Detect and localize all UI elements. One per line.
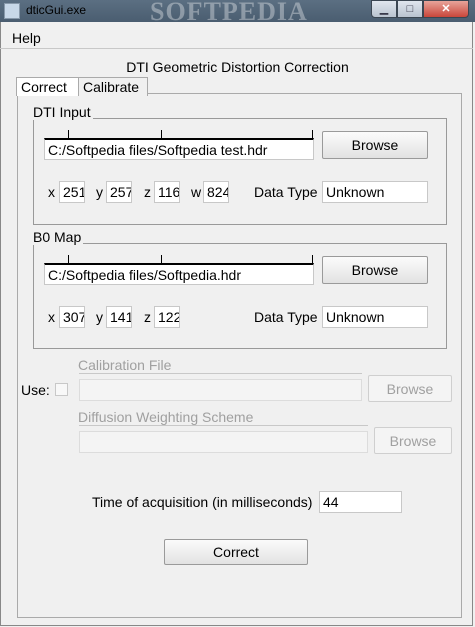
diffusion-browse-button[interactable]: Browse bbox=[374, 427, 452, 454]
dti-browse-button[interactable]: Browse bbox=[322, 131, 428, 159]
calibration-file-label: Calibration File bbox=[78, 357, 172, 373]
dti-x-label: x bbox=[48, 184, 55, 200]
acquisition-time-label: Time of acquisition (in milliseconds) bbox=[92, 494, 313, 510]
b0-data-type-field[interactable]: Unknown bbox=[322, 306, 428, 328]
tab-correct[interactable]: Correct bbox=[16, 77, 84, 96]
dti-y-label: y bbox=[96, 184, 103, 200]
b0-x-label: x bbox=[48, 309, 55, 325]
b0-map-label: B0 Map bbox=[33, 229, 84, 245]
correct-button[interactable]: Correct bbox=[164, 539, 308, 565]
dti-input-label: DTI Input bbox=[33, 104, 93, 120]
diffusion-scheme-label: Diffusion Weighting Scheme bbox=[78, 409, 254, 425]
dti-data-type-label: Data Type bbox=[254, 184, 318, 200]
tab-calibrate[interactable]: Calibrate bbox=[78, 77, 148, 96]
menu-bar: Help bbox=[0, 27, 473, 49]
b0-browse-button[interactable]: Browse bbox=[322, 256, 428, 284]
path-tick bbox=[312, 130, 313, 138]
path-tick bbox=[68, 130, 69, 138]
b0-x-field[interactable]: 307 bbox=[59, 306, 85, 328]
b0-data-type-label: Data Type bbox=[254, 309, 318, 325]
dti-w-field[interactable]: 824 bbox=[203, 181, 229, 203]
use-checkbox[interactable] bbox=[55, 383, 68, 396]
window-title: dticGui.exe bbox=[26, 3, 87, 17]
close-button[interactable]: ✕ bbox=[423, 0, 469, 18]
b0-y-label: y bbox=[96, 309, 103, 325]
path-tick bbox=[161, 255, 162, 263]
title-bar: dticGui.exe SOFTPEDIA ▁ □ ✕ bbox=[0, 0, 475, 26]
dti-x-field[interactable]: 251 bbox=[59, 181, 85, 203]
b0-z-field[interactable]: 122 bbox=[154, 306, 180, 328]
path-tick bbox=[161, 130, 162, 138]
calibration-divider bbox=[79, 373, 362, 374]
calibration-browse-button[interactable]: Browse bbox=[368, 375, 452, 402]
menu-help[interactable]: Help bbox=[12, 30, 41, 46]
diffusion-scheme-field[interactable] bbox=[79, 431, 368, 453]
dti-data-type-field[interactable]: Unknown bbox=[322, 181, 428, 203]
dti-path-field[interactable]: C:/Softpedia files/Softpedia test.hdr bbox=[44, 138, 314, 160]
b0-y-field[interactable]: 141 bbox=[106, 306, 132, 328]
b0-z-label: z bbox=[144, 309, 151, 325]
app-title: DTI Geometric Distortion Correction bbox=[126, 59, 349, 75]
dti-z-field[interactable]: 116 bbox=[154, 181, 180, 203]
b0-path-field[interactable]: C:/Softpedia files/Softpedia.hdr bbox=[44, 263, 314, 285]
app-icon bbox=[4, 3, 20, 19]
calibration-file-field[interactable] bbox=[79, 379, 362, 401]
use-label: Use: bbox=[21, 382, 50, 398]
diffusion-divider bbox=[79, 425, 368, 426]
maximize-button[interactable]: □ bbox=[397, 0, 423, 18]
path-tick bbox=[312, 255, 313, 263]
watermark: SOFTPEDIA bbox=[150, 0, 308, 26]
dti-z-label: z bbox=[144, 184, 151, 200]
minimize-button[interactable]: ▁ bbox=[371, 0, 397, 18]
dti-y-field[interactable]: 257 bbox=[106, 181, 132, 203]
dti-w-label: w bbox=[191, 184, 202, 200]
acquisition-time-field[interactable]: 44 bbox=[319, 491, 402, 513]
path-tick bbox=[68, 255, 69, 263]
